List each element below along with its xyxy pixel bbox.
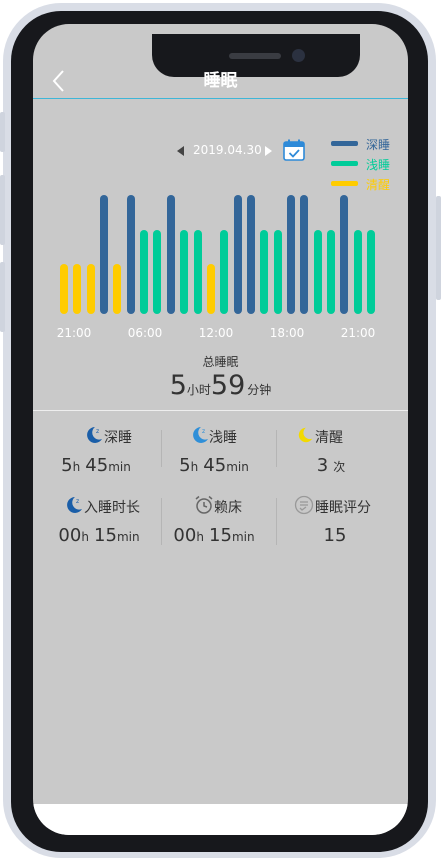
side-button [0, 112, 5, 152]
total-hours: 5 [169, 370, 187, 401]
alarm-clock-icon [195, 495, 213, 514]
column-separator [276, 498, 277, 545]
deep-sleep-label: 深睡 [104, 430, 132, 446]
hour-unit: h [196, 530, 204, 544]
legend-swatch [331, 161, 358, 166]
sleep-bar [140, 230, 149, 314]
sleep-bar [126, 195, 135, 314]
sleep-bar [233, 195, 242, 314]
deep-minutes: 45 [85, 455, 109, 476]
legend-label: 浅睡 [366, 158, 391, 172]
fall-asleep-label: 入睡时长 [84, 500, 140, 516]
lie-in-hours: 00 [173, 525, 197, 546]
sleep-bar [367, 230, 376, 314]
hour-unit: h [72, 460, 81, 474]
hour-unit: h [190, 460, 199, 474]
sleep-bar [260, 230, 269, 314]
page-title: 睡眠 [203, 71, 238, 91]
legend-label: 深睡 [366, 138, 391, 152]
app-screen: 睡眠 2019.04.30 深睡 浅睡 清醒 21:00 06:00 12:00… [33, 24, 408, 835]
svg-text:z: z [76, 498, 79, 505]
section-divider [33, 410, 408, 411]
minute-unit: min [231, 530, 255, 544]
calendar-icon[interactable] [283, 139, 305, 161]
total-minutes-unit: 分钟 [247, 383, 272, 397]
sleep-bar [327, 230, 335, 314]
sleep-score-value: 15 [280, 525, 390, 546]
deep-sleep-icon: z [87, 427, 102, 443]
awake-number: 3 [316, 455, 329, 476]
sleep-bar [286, 195, 295, 314]
sleep-bar [206, 264, 215, 314]
x-tick-label: 06:00 [127, 326, 163, 340]
side-button [0, 175, 5, 245]
x-tick-label: 12:00 [198, 326, 234, 340]
total-sleep-title: 总睡眠 [202, 355, 239, 369]
sleep-bar [60, 264, 68, 314]
sleep-bar [246, 195, 255, 314]
sleep-chart [33, 184, 408, 316]
prev-date-icon[interactable] [177, 146, 184, 156]
next-date-icon[interactable] [265, 146, 272, 156]
minute-unit: min [108, 460, 131, 474]
power-button [436, 196, 441, 300]
total-sleep-value: 5小时59 分钟 [33, 370, 408, 401]
fall-asleep-icon: z [67, 497, 82, 513]
sleep-score-label: 睡眠评分 [315, 500, 371, 516]
sleep-bar [86, 264, 95, 314]
light-minutes: 45 [203, 455, 227, 476]
sleep-bar [193, 230, 202, 314]
deep-sleep-value: 5h 45min [41, 455, 151, 476]
light-sleep-icon: z [193, 427, 208, 443]
x-tick-label: 21:00 [56, 326, 92, 340]
date-label[interactable]: 2019.04.30 [193, 143, 262, 157]
minute-unit: min [226, 460, 249, 474]
light-sleep-value: 5h 45min [159, 455, 269, 476]
awake-count: 3 次 [276, 455, 386, 476]
speaker [229, 53, 281, 59]
light-hours: 5 [179, 455, 191, 476]
x-tick-label: 18:00 [269, 326, 305, 340]
sleep-bar [340, 195, 349, 314]
sleep-bar [113, 264, 122, 314]
total-minutes: 59 [210, 370, 246, 401]
sleep-bar [180, 230, 189, 314]
awake-label: 清醒 [315, 430, 343, 446]
svg-text:z: z [202, 428, 205, 435]
hour-unit: h [81, 530, 89, 544]
sleep-bar [353, 230, 362, 314]
count-unit: 次 [333, 460, 346, 474]
front-camera [292, 49, 305, 62]
header-divider [33, 98, 408, 99]
lie-in-label: 赖床 [214, 500, 242, 516]
sleep-bar [73, 264, 82, 314]
sleep-bar [220, 230, 229, 314]
side-button [0, 262, 5, 332]
legend-swatch [331, 141, 358, 146]
fall-asleep-minutes: 15 [94, 525, 117, 546]
moon-awake-icon [298, 427, 313, 443]
deep-hours: 5 [61, 455, 73, 476]
sleep-bar [273, 230, 282, 314]
score-number: 15 [323, 525, 347, 546]
sleep-bar [100, 195, 109, 314]
svg-text:z: z [96, 428, 99, 435]
lie-in-value: 00h 15min [159, 525, 269, 546]
lie-in-minutes: 15 [209, 525, 232, 546]
minute-unit: min [116, 530, 140, 544]
score-icon [294, 495, 314, 515]
fall-asleep-value: 00h 15min [44, 525, 154, 546]
bottom-area [33, 804, 408, 835]
sleep-bar [313, 230, 322, 314]
sleep-bar [300, 195, 309, 314]
fall-asleep-hours: 00 [58, 525, 82, 546]
sleep-bar [166, 195, 175, 314]
total-hours-unit: 小时 [186, 383, 211, 397]
x-tick-label: 21:00 [340, 326, 376, 340]
light-sleep-label: 浅睡 [209, 430, 237, 446]
sleep-bar [153, 230, 162, 314]
